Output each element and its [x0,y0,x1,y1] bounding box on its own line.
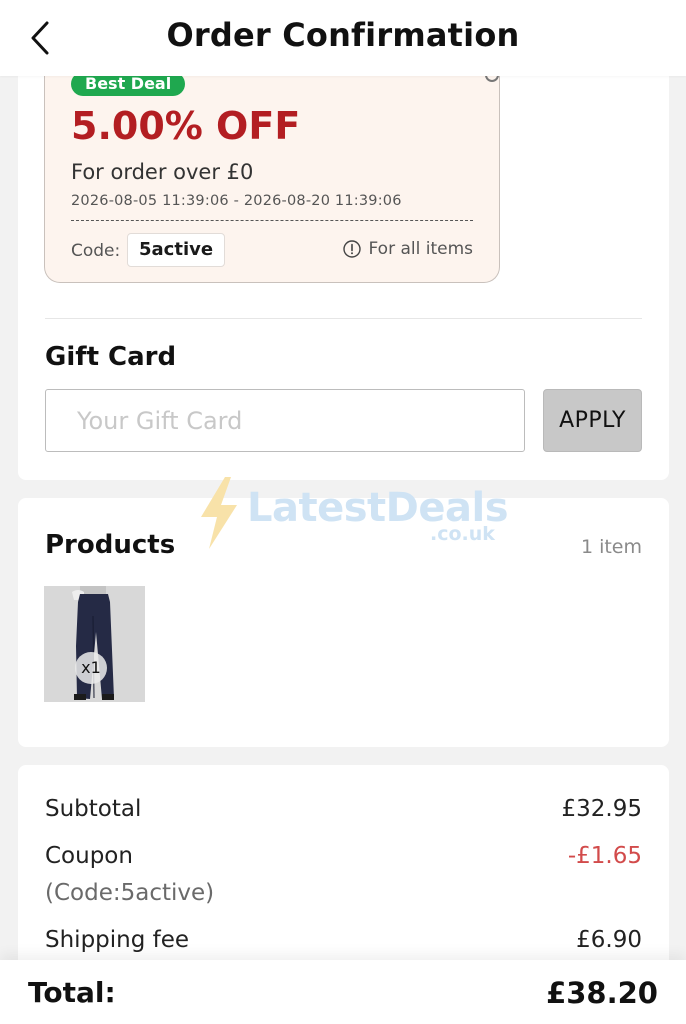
shipping-label: Shipping fee [45,927,190,953]
section-divider [45,318,642,319]
gift-card-input[interactable] [45,389,525,452]
quantity-badge: x1 [75,652,107,684]
coupon-code: 5active [127,233,226,267]
subtotal-value: £32.95 [561,796,642,822]
trousers-image [44,586,145,702]
coupon-code-note: (Code:5active) [45,880,215,906]
discount-section: Best Deal 5.00% OFF For order over £0 20… [18,60,669,480]
coupon-condition: For order over £0 [71,160,254,184]
coupon-validity: 2026-08-05 11:39:06 - 2026-08-20 11:39:0… [71,193,402,209]
page-title: Order Confirmation [166,16,520,54]
coupon-discount: 5.00% OFF [71,104,301,148]
coupon-scope-label: For all items [368,239,474,259]
products-title: Products [45,530,176,560]
product-thumbnail[interactable]: x1 [44,586,145,702]
apply-gift-card-button[interactable]: APPLY [543,389,642,452]
coupon-label: Coupon [45,843,133,869]
subtotal-label: Subtotal [45,796,142,822]
products-count: 1 item [580,536,642,558]
products-section: Products 1 item x1 [18,498,669,747]
total-label: Total: [28,976,116,1009]
coupon-code-label: Code: [71,241,121,261]
info-icon [342,240,361,258]
gift-card-title: Gift Card [45,342,177,372]
total-value: £38.20 [546,976,658,1010]
coupon-scope[interactable]: For all items [342,239,474,259]
shipping-value: £6.90 [576,927,642,953]
coupon-card[interactable]: Best Deal 5.00% OFF For order over £0 20… [44,60,500,283]
total-bar: Total: £38.20 [0,960,686,1024]
header: Order Confirmation [0,0,686,76]
coupon-value: -£1.65 [567,843,642,869]
coupon-divider [71,220,473,221]
